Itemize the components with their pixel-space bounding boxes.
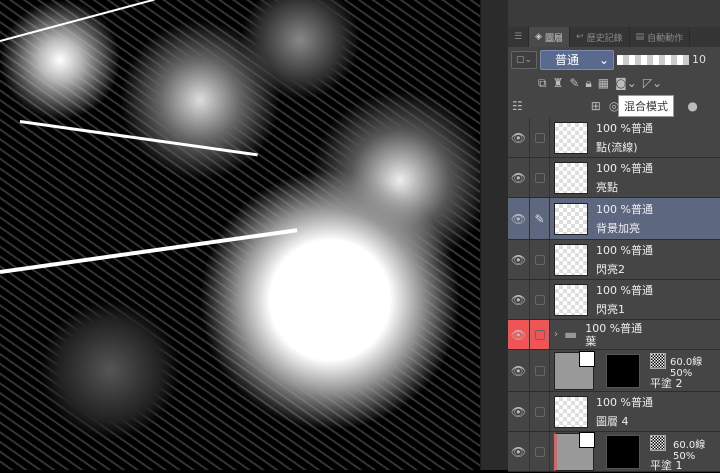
draft-icon[interactable]: ✎ [569, 76, 579, 90]
layer-thumbnail [554, 283, 588, 316]
eye-icon[interactable]: 👁︎ [508, 118, 530, 157]
layers-icon: ◈ [535, 32, 542, 42]
chevron-right-icon[interactable]: › [554, 329, 558, 340]
branch [0, 0, 155, 42]
undo-icon: ↩ [576, 32, 584, 42]
branch [19, 120, 258, 157]
folder-icon: ▬ [564, 326, 578, 343]
lock-transparency-icon[interactable]: ▦ [598, 76, 609, 90]
layer-row[interactable]: 👁︎ 100 %普通 閃亮2 [508, 240, 720, 280]
layer-row[interactable]: 👁︎ 100 %普通 閃亮1 [508, 280, 720, 320]
eye-icon[interactable]: 👁︎ [508, 392, 530, 431]
panel-top [508, 0, 720, 27]
layer-row[interactable]: 👁︎ 100 %普通 圖層 4 [508, 392, 720, 432]
opacity-slider[interactable] [617, 54, 689, 65]
mask-thumbnail [606, 434, 640, 469]
blend-mode-select[interactable]: 普通 ⌄ [540, 49, 614, 70]
layer-name: 閃亮2 [596, 262, 625, 276]
eye-icon[interactable]: 👁︎ [508, 280, 530, 319]
layer-name: 背景加亮 [596, 221, 640, 235]
layer-row-selected[interactable]: 👁︎ ✎ 100 %普通 背景加亮 [508, 198, 720, 240]
layer-checkbox[interactable] [530, 392, 550, 431]
lock-icon[interactable]: 🔒︎ [585, 76, 591, 91]
layer-list-icon[interactable]: ☷ [512, 99, 523, 113]
fill-thumbnail [554, 431, 595, 471]
layer-thumbnail [554, 395, 588, 428]
layer-checkbox[interactable] [530, 158, 550, 197]
eye-icon[interactable]: 👁︎ [508, 350, 530, 391]
panel-strip [480, 0, 508, 470]
clapper-icon: ▤ [635, 32, 645, 42]
tone-icon [650, 435, 666, 451]
layer-thumbnail [554, 202, 588, 235]
layer-info: 100 %普通 [596, 121, 653, 135]
layer-checkbox[interactable] [530, 118, 550, 157]
layer-row[interactable]: 👁︎ 60.0線 50% 平塗 1 [508, 431, 720, 472]
eye-icon[interactable]: 👁︎ [508, 198, 530, 239]
tooltip: 混合模式 [618, 95, 674, 117]
chevron-down-icon: ⌄ [598, 52, 609, 67]
artwork-canvas[interactable] [0, 0, 480, 470]
tab-auto-actions[interactable]: ▤ 自動動作 [630, 27, 691, 47]
layer-row[interactable]: 👁︎ 100 %普通 亮點 [508, 158, 720, 198]
mask-icon[interactable]: ● [687, 99, 697, 113]
pen-icon[interactable]: ✎ [530, 198, 550, 239]
tab-history[interactable]: ↩ 歷史記錄 [570, 27, 630, 47]
reference-icon[interactable]: ♜ [553, 76, 564, 90]
new-layer-icon[interactable]: ⊞ [591, 99, 601, 113]
layer-checkbox[interactable] [530, 240, 550, 279]
layer-info: 100 %普通 [596, 161, 653, 175]
fill-thumbnail [554, 350, 595, 390]
layer-checkbox[interactable] [530, 350, 550, 391]
layer-info: 100 %普通 [585, 321, 643, 335]
layer-thumbnail [554, 121, 588, 154]
eye-icon[interactable]: 👁︎ [508, 240, 530, 279]
eye-icon[interactable]: 👁︎ [508, 320, 530, 349]
layer-checkbox[interactable] [530, 280, 550, 319]
layer-name: 圖層 4 [596, 414, 629, 428]
layer-name: 葉 [585, 334, 597, 348]
tone-icon [650, 353, 666, 369]
opacity-value: 10 [692, 53, 706, 66]
eye-icon[interactable]: 👁︎ [508, 158, 530, 197]
layer-row[interactable]: 👁︎ 100 %普通 點(流線) [508, 118, 720, 158]
ruler-toggle-icon[interactable]: ◸⌄ [643, 76, 662, 90]
branch [0, 228, 298, 274]
layer-name: 亮點 [596, 180, 618, 194]
layer-row[interactable]: 👁︎ 60.0線 50% 平塗 2 [508, 350, 720, 392]
layer-color-button[interactable]: ▢⌄ [511, 50, 537, 69]
layer-info: 100 %普通 [596, 283, 653, 297]
mask-thumbnail [606, 353, 640, 388]
layer-info: 100 %普通 [596, 243, 653, 257]
layer-checkbox[interactable] [530, 320, 550, 349]
layer-info: 100 %普通 [596, 395, 653, 409]
layer-name: 閃亮1 [596, 302, 625, 316]
clip-icon[interactable]: ⧉ [538, 76, 547, 91]
layer-thumbnail [554, 243, 588, 276]
layer-name: 點(流線) [596, 140, 638, 154]
panel-tabs: ☰ ◈ 圖層 ↩ 歷史記錄 ▤ 自動動作 [508, 27, 720, 47]
layer-name: 平塗 1 [650, 459, 683, 472]
layer-info: 100 %普通 [596, 202, 653, 216]
layer-thumbnail [554, 161, 588, 194]
menu-icon[interactable]: ☰ [508, 27, 530, 47]
layer-panel: ☰ ◈ 圖層 ↩ 歷史記錄 ▤ 自動動作 ▢⌄ 普通 ⌄ 10 ⧉ ♜ ✎ 🔒︎ ▦ ◙… [508, 0, 720, 472]
layer-name: 平塗 2 [650, 377, 683, 390]
tab-layers[interactable]: ◈ 圖層 [529, 27, 571, 47]
layer-folder-row[interactable]: 👁︎ › ▬ 100 %普通葉 [508, 320, 720, 350]
layer-checkbox[interactable] [530, 432, 550, 471]
eye-icon[interactable]: 👁︎ [508, 432, 530, 471]
mask-toggle-icon[interactable]: ◙⌄ [615, 76, 637, 90]
